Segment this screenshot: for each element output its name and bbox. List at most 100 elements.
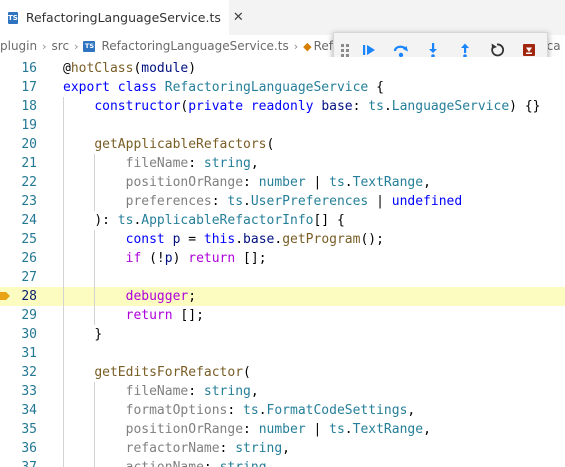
code-line[interactable]: 37 actionName: string	[0, 458, 565, 467]
code-line[interactable]: 23 preferences: ts.UserPreferences | unde…	[0, 192, 565, 211]
indent-guide	[94, 287, 96, 306]
code-token: .	[274, 232, 283, 247]
code-token: getProgram	[282, 232, 361, 247]
line-number: 35	[21, 422, 37, 437]
indent-guide	[63, 154, 64, 173]
code-line[interactable]: 26 if (!p) return [];	[0, 249, 565, 268]
drag-handle-icon[interactable]	[341, 42, 353, 58]
line-number: 19	[21, 118, 37, 133]
code-token: [] {	[313, 213, 345, 228]
code-token: .	[243, 194, 251, 209]
code-token: |	[305, 175, 330, 190]
tab-bar: TS RefactoringLanguageService.ts ✕	[0, 0, 565, 35]
code-token: :	[352, 99, 369, 114]
code-token: [];	[172, 308, 204, 323]
code-token: .	[235, 232, 244, 247]
indent-guide	[94, 306, 96, 325]
code-token: string	[235, 441, 283, 456]
code-token: ,	[250, 384, 259, 399]
indent-guide	[63, 173, 64, 192]
code-line[interactable]: 31	[0, 344, 565, 363]
code-line[interactable]: 21 fileName: string,	[0, 154, 565, 173]
code-token: |	[368, 194, 392, 209]
code-text: positionOrRange: number | ts.TextRange,	[126, 173, 431, 192]
code-token: @	[63, 61, 71, 76]
line-number: 18	[21, 99, 37, 114]
code-token: undefined	[391, 194, 463, 209]
code-text: constructor(private readonly base: ts.La…	[94, 97, 540, 116]
code-line[interactable]: 16 @hotClass(module)	[0, 59, 565, 78]
code-token: base	[243, 232, 275, 247]
indent-guide	[63, 192, 64, 211]
code-line[interactable]: 19	[0, 116, 565, 135]
code-token: .	[344, 175, 353, 190]
code-token: (!	[141, 251, 165, 266]
line-number: 29	[21, 308, 37, 323]
code-line-current[interactable]: 28 debugger;	[0, 287, 565, 306]
line-number: 31	[21, 346, 37, 361]
code-editor[interactable]: 16 @hotClass(module) 17 export class Refact…	[0, 57, 565, 467]
line-number: 21	[21, 156, 37, 171]
code-line[interactable]: 22 positionOrRange: number | ts.TextRange…	[0, 173, 565, 192]
code-line[interactable]: 33 fileName: string,	[0, 382, 565, 401]
code-line[interactable]: 25 const p = this.base.getProgram();	[0, 230, 565, 249]
code-token: if	[125, 251, 142, 266]
code-text: preferences: ts.UserPreferences | undefi…	[126, 192, 463, 211]
line-number: 23	[21, 194, 37, 209]
code-text: const p = this.base.getProgram();	[126, 230, 384, 249]
chevron-right-icon: ›	[74, 39, 79, 53]
typescript-file-icon: TS	[83, 40, 96, 52]
code-text: ): ts.ApplicableRefactorInfo[] {	[94, 211, 344, 230]
close-icon[interactable]: ✕	[233, 10, 244, 25]
indent-guide	[63, 325, 64, 344]
code-token: RefactoringLanguageService	[164, 80, 369, 95]
breadcrumb-item-src[interactable]: src	[52, 39, 70, 53]
code-line[interactable]: 35 positionOrRange: number | ts.TextRange…	[0, 420, 565, 439]
code-line[interactable]: 29 return [];	[0, 306, 565, 325]
code-token: string	[203, 156, 251, 171]
code-token: getApplicableRefactors	[94, 137, 267, 152]
code-token: TextRange	[352, 175, 424, 190]
code-token: :	[219, 441, 236, 456]
code-token: ts	[368, 99, 384, 114]
code-token: private	[188, 99, 244, 114]
code-line[interactable]: 30}	[0, 325, 565, 344]
breadcrumb-item-file[interactable]: TS RefactoringLanguageService.ts	[83, 39, 289, 53]
restart-icon	[491, 43, 505, 57]
code-line[interactable]: 24): ts.ApplicableRefactorInfo[] {	[0, 211, 565, 230]
editor-tab[interactable]: TS RefactoringLanguageService.ts ✕	[0, 0, 244, 35]
line-number: 28	[21, 289, 37, 304]
code-line[interactable]: 34 formatOptions: ts.FormatCodeSettings,	[0, 401, 565, 420]
indent-guide	[63, 363, 64, 382]
code-line[interactable]: 27	[0, 268, 565, 287]
breadcrumb-item-plugin[interactable]: plugin	[0, 39, 37, 53]
indent-guide	[94, 382, 96, 401]
code-token: ;	[188, 289, 197, 304]
code-line[interactable]: 17 export class RefactoringLanguageServic…	[0, 78, 565, 97]
step-into-icon	[429, 43, 437, 58]
code-token: ();	[360, 232, 384, 247]
typescript-file-icon: TS	[8, 11, 18, 24]
code-token: fileName	[125, 384, 189, 399]
code-token: hotClass	[70, 61, 134, 76]
code-token: readonly	[250, 99, 314, 114]
code-line[interactable]: 36 refactorName: string,	[0, 439, 565, 458]
line-number: 26	[21, 251, 37, 266]
indent-guide	[94, 249, 96, 268]
line-number: 17	[21, 80, 37, 95]
code-line[interactable]: 32 getEditsForRefactor(	[0, 363, 565, 382]
code-token: module	[141, 61, 189, 76]
code-line[interactable]: 18 constructor(private readonly base: ts.…	[0, 97, 565, 116]
line-number: 34	[21, 403, 37, 418]
line-number: 25	[21, 232, 37, 247]
code-token: ):	[94, 213, 118, 228]
code-line[interactable]: 20 getApplicableRefactors(	[0, 135, 565, 154]
code-token: string	[203, 384, 251, 399]
indent-guide	[63, 249, 64, 268]
step-out-icon	[461, 43, 469, 58]
line-number: 32	[21, 365, 37, 380]
code-token: .	[383, 99, 392, 114]
